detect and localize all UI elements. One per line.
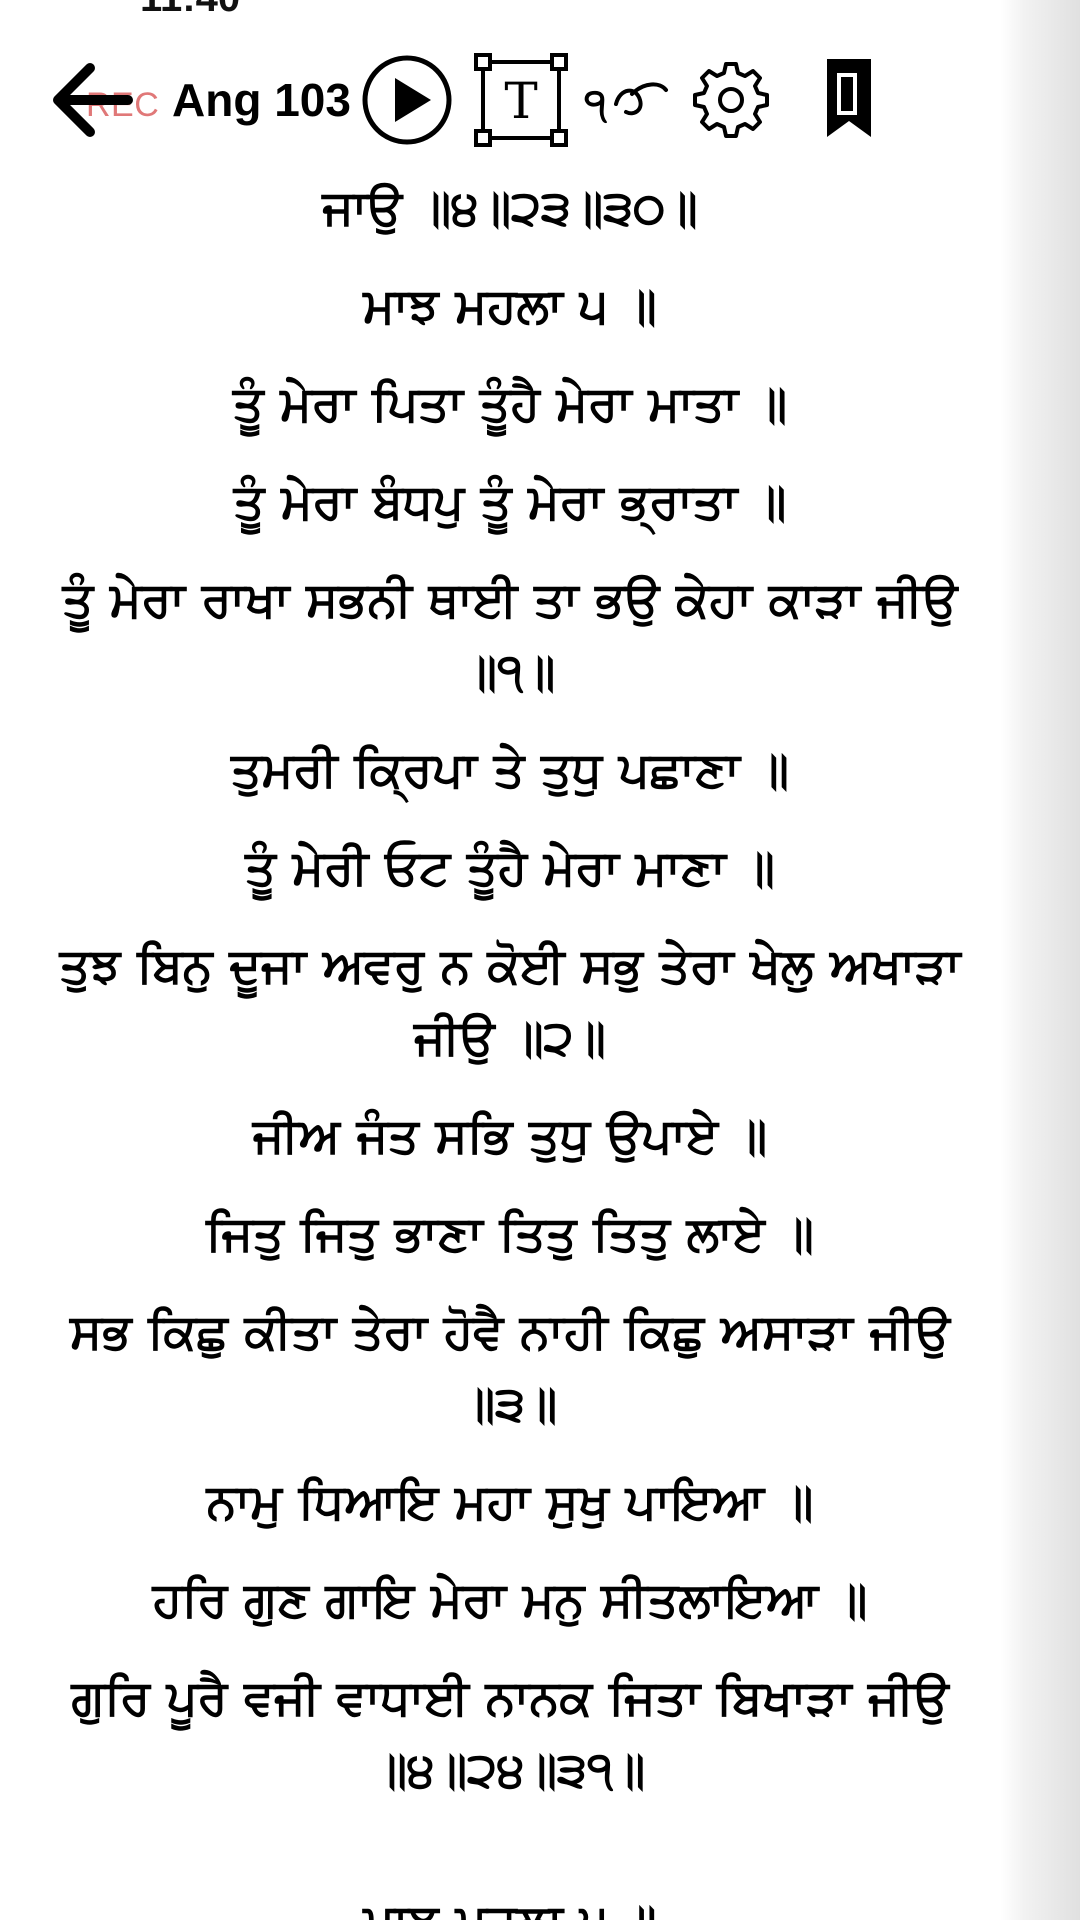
status-time: 11:40 [140,0,240,21]
verse-line: ਜਿਤੁ ਜਿਤੁ ਭਾਣਾ ਤਿਤੁ ਤਿਤੁ ਲਾਏ ॥ [206,1206,814,1262]
verse-line: ਨਾਮੁ ਧਿਆਇ ਮਹਾ ਸੁਖੁ ਪਾਇਆ ॥ [206,1474,814,1530]
verse-line: ਸਭ ਕਿਛੁ ਕੀਤਾ ਤੇਰਾ ਹੋਵੈ ਨਾਹੀ ਕਿਛੁ ਅਸਾੜਾ ਜ… [70,1304,950,1432]
gear-icon [692,62,769,138]
screen-edge-shadow [1000,0,1080,1920]
back-arrow-icon [53,63,133,137]
svg-text:੧: ੧ [584,79,607,128]
back-button[interactable]: REC [50,40,170,160]
verse-line: ਜਾਉ ॥੪॥੨੩॥੩੦॥ [322,180,698,236]
page-title: Ang 103 [172,74,351,126]
text-format-button[interactable]: T [471,45,571,155]
bookmark-icon [826,59,871,137]
play-button[interactable] [357,45,457,155]
play-icon [362,55,452,145]
svg-text:T: T [504,72,537,130]
verse-line: ਜੀਅ ਜੰਤ ਸਭਿ ਤੁਧੁ ਉਪਾਏ ॥ [252,1108,768,1164]
verse-line: ਤੂੰ ਮੇਰੀ ਓਟ ਤੂੰਹੈ ਮੇਰਾ ਮਾਣਾ ॥ [245,840,775,896]
gurbani-content: ਜਾਉ ॥੪॥੨੩॥੩੦॥ ਮਾਝ ਮਹਲਾ ੫ ॥ ਤੂੰ ਮੇਰਾ ਪਿਤਾ… [50,172,970,1832]
gurmukhi-toggle-button[interactable]: ੧ [575,45,675,155]
verse-line: ਤੂੰ ਮੇਰਾ ਰਾਖਾ ਸਭਨੀ ਥਾਈ ਤਾ ਭਉ ਕੇਹਾ ਕਾੜਾ ਜ… [62,572,958,700]
ik-onkar-icon: ੧ [584,79,668,128]
settings-button[interactable] [681,45,781,155]
verse-line: ਤੁਮਰੀ ਕ੍ਰਿਪਾ ਤੇ ਤੁਧੁ ਪਛਾਣਾ ॥ [231,742,789,798]
top-toolbar: REC Ang 103 T ੧ [50,40,970,160]
verse-line: ਹਰਿ ਗੁਣ ਗਾਇ ਮੇਰਾ ਮਨੁ ਸੀਤਲਾਇਆ ॥ [152,1572,868,1628]
bookmark-button[interactable] [799,45,899,155]
verse-line: ਤੁਝ ਬਿਨੁ ਦੂਜਾ ਅਵਰੁ ਨ ਕੋਈ ਸਭੁ ਤੇਰਾ ਖੇਲੁ ਅ… [59,938,961,1066]
verse-line: ਮਾਝ ਮਹਲਾ ੫ ॥ [363,278,657,334]
verse-line: ਤੂੰ ਮੇਰਾ ਬੰਧਪੁ ਤੂੰ ਮੇਰਾ ਭ੍ਰਾਤਾ ॥ [233,474,787,530]
text-format-icon: T [473,53,568,147]
verse-line: ਗੁਰਿ ਪੂਰੈ ਵਜੀ ਵਾਧਾਈ ਨਾਨਕ ਜਿਤਾ ਬਿਖਾੜਾ ਜੀਉ… [71,1670,949,1798]
verse-line: ਤੂੰ ਮੇਰਾ ਪਿਤਾ ਤੂੰਹੈ ਮੇਰਾ ਮਾਤਾ ॥ [232,376,788,432]
verse-line-partial: ਮਾਝ ਮਹਲਾ ੫ ॥ [50,1886,970,1920]
